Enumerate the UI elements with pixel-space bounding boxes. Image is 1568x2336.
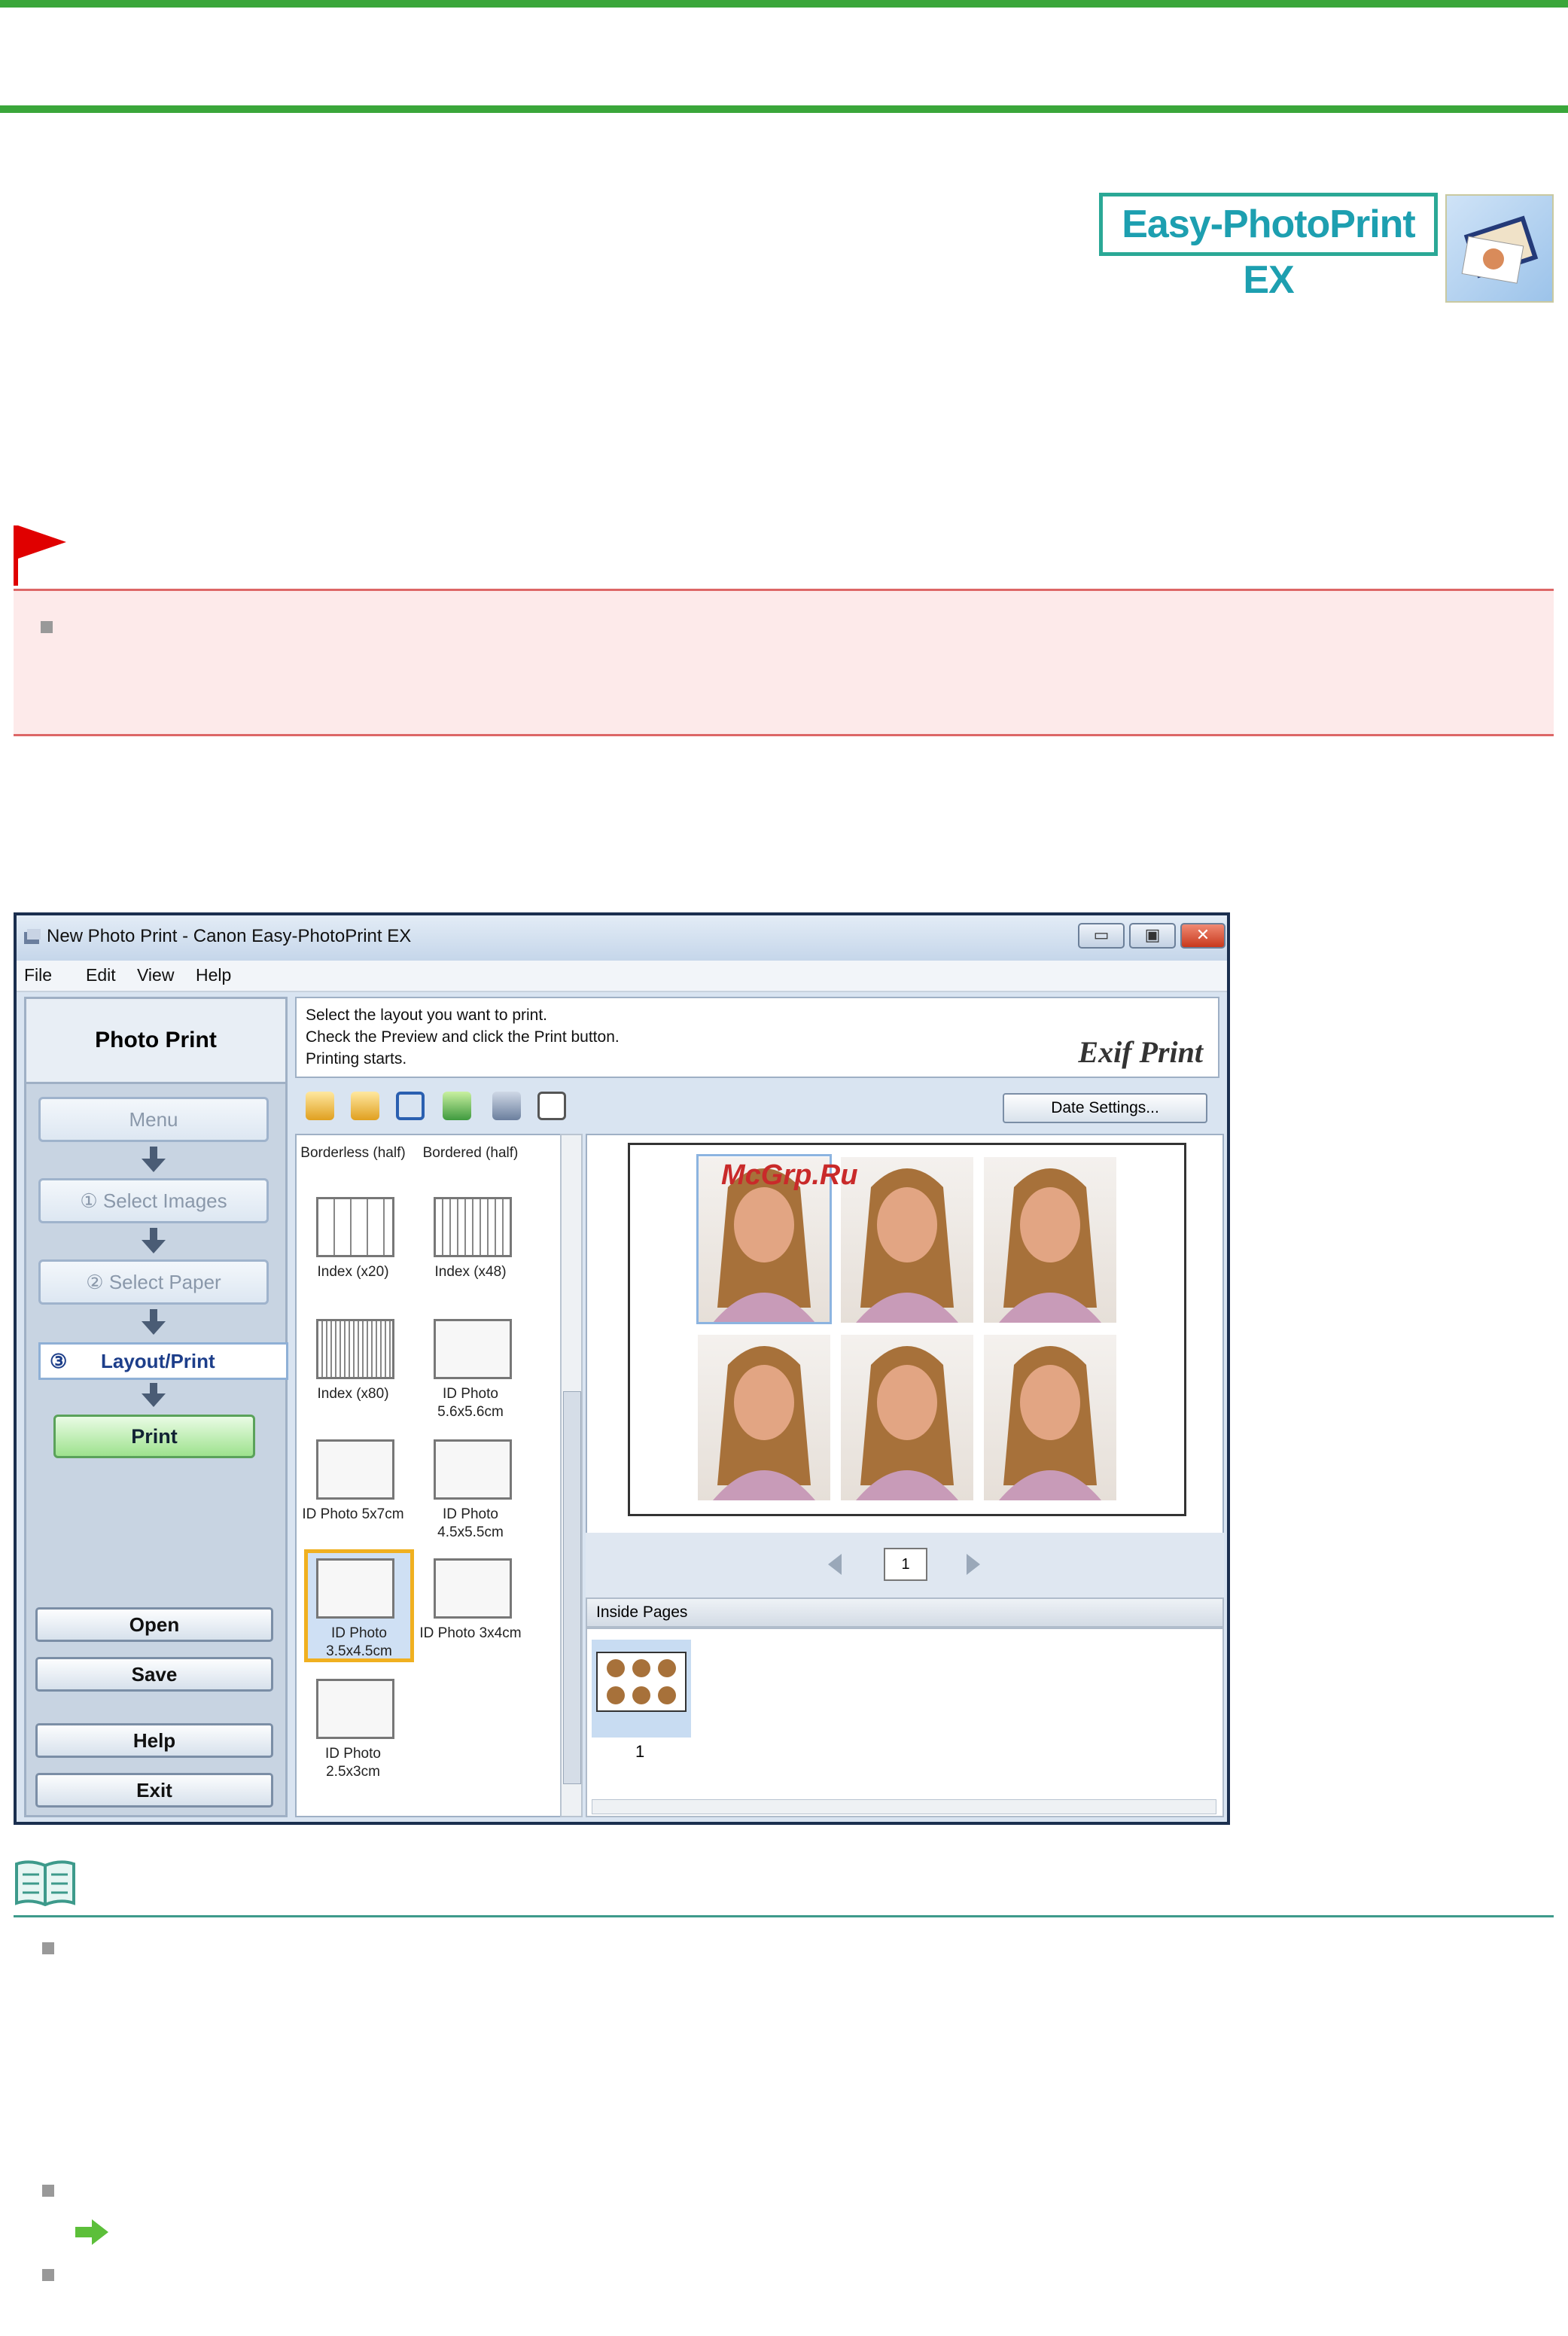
layout-caption[interactable]: Bordered (half) [414,1144,527,1162]
crop-icon[interactable] [396,1092,425,1120]
bullet-icon [42,2185,54,2197]
instruction-line: Select the layout you want to print. [306,1007,548,1024]
layout-thumbnail[interactable] [316,1558,394,1619]
note-divider [14,1915,1554,1917]
arrow-stem [150,1228,157,1240]
layout-caption[interactable]: ID Photo 2.5x3cm [297,1745,410,1781]
top-green-bar [0,0,1568,8]
instruction-line: Printing starts. [306,1050,407,1067]
header-green-bar [0,105,1568,113]
layout-caption[interactable]: Borderless (half) [297,1144,410,1162]
id-photo[interactable] [984,1335,1116,1500]
step-number: ③ [50,1350,68,1372]
window-title: New Photo Print - Canon Easy-PhotoPrint … [47,926,412,946]
layout-caption[interactable]: ID Photo 3x4cm [414,1625,527,1643]
print-settings-icon[interactable] [492,1092,521,1120]
layout-caption[interactable]: ID Photo 5.6x5.6cm [414,1385,527,1421]
easy-photoprint-icon [1445,194,1554,303]
help-button[interactable]: Help [35,1723,273,1758]
arrow-stem [150,1309,157,1321]
layout-thumbnail[interactable] [434,1197,512,1257]
layout-thumbnail[interactable] [316,1439,394,1500]
page-navigator: 1 [586,1533,1224,1597]
rotate-left-icon[interactable] [306,1092,334,1120]
inside-pages-list: 1 [586,1628,1224,1817]
layout-caption[interactable]: Index (x20) [297,1263,410,1281]
preview-page [628,1143,1186,1516]
down-arrow-icon [142,1321,166,1335]
page-number: 1 [884,1548,927,1581]
id-photo[interactable] [984,1157,1116,1323]
title-bar: New Photo Print - Canon Easy-PhotoPrint … [17,915,1227,961]
save-button[interactable]: Save [35,1657,273,1692]
app-icon [24,929,41,944]
bullet-icon [42,2269,54,2281]
layout-settings-icon[interactable] [537,1092,566,1120]
id-photo[interactable] [841,1157,973,1323]
layout-thumbnail[interactable] [316,1197,394,1257]
important-box [14,589,1554,736]
close-button[interactable]: ✕ [1180,923,1225,949]
instruction-text: Select the layout you want to print. Che… [306,1004,620,1070]
layout-print-step[interactable]: ③ Layout/Print [38,1342,288,1380]
thumbnail-number: 1 [635,1742,645,1761]
correct-image-icon[interactable] [443,1092,471,1120]
left-pane: Photo Print Menu ① Select Images ② Selec… [24,997,288,1817]
layout-thumbnail[interactable] [434,1319,512,1379]
panel-heading: Photo Print [26,999,285,1084]
inside-pages-header: Inside Pages [586,1597,1224,1628]
scroll-thumb[interactable] [563,1391,581,1784]
easy-photoprint-logo: Easy-PhotoPrint EX [1099,193,1438,302]
menu-file[interactable]: File [24,965,52,985]
arrow-stem [150,1147,157,1159]
maximize-button[interactable]: ▣ [1129,923,1176,949]
app-window: New Photo Print - Canon Easy-PhotoPrint … [14,912,1230,1825]
exif-print-logo: Exif Print [1078,1035,1203,1069]
instruction-box: Select the layout you want to print. Che… [295,997,1219,1078]
id-photo[interactable] [698,1335,830,1500]
select-paper-button[interactable]: ② Select Paper [38,1259,269,1305]
menu-view[interactable]: View [137,965,174,985]
down-arrow-icon [142,1159,166,1172]
menu-bar: File Edit View Help [17,961,1227,992]
step-label: Layout/Print [101,1350,215,1372]
layout-thumbnail[interactable] [434,1558,512,1619]
down-arrow-icon [142,1240,166,1253]
menu-help[interactable]: Help [196,965,231,985]
menu-edit[interactable]: Edit [86,965,116,985]
next-page-icon[interactable] [967,1554,980,1575]
id-photo[interactable] [841,1335,973,1500]
open-button[interactable]: Open [35,1607,273,1642]
page-thumbnail[interactable] [596,1652,687,1712]
link-arrow-icon[interactable] [75,2219,108,2249]
date-settings-button[interactable]: Date Settings... [1003,1093,1207,1123]
layout-thumbnail[interactable] [316,1679,394,1739]
important-flag-icon [14,525,68,589]
previous-page-icon[interactable] [828,1554,842,1575]
layout-scrollbar[interactable] [560,1134,583,1817]
exit-button[interactable]: Exit [35,1773,273,1808]
layout-caption[interactable]: ID Photo 5x7cm [297,1506,410,1524]
layout-thumbnail[interactable] [434,1439,512,1500]
select-images-button[interactable]: ① Select Images [38,1178,269,1223]
rotate-right-icon[interactable] [351,1092,379,1120]
toolbar: Date Settings... [295,1083,1219,1131]
menu-button[interactable]: Menu [38,1097,269,1142]
down-arrow-icon [142,1393,166,1407]
watermark: McGrp.Ru [721,1159,858,1191]
horizontal-scrollbar[interactable] [592,1799,1216,1814]
layout-caption[interactable]: Index (x80) [297,1385,410,1403]
layout-caption[interactable]: ID Photo 4.5x5.5cm [414,1506,527,1542]
layout-caption[interactable]: Index (x48) [414,1263,527,1281]
note-book-icon [14,1859,77,1911]
bullet-icon [41,621,53,633]
layout-thumbnail[interactable] [316,1319,394,1379]
bullet-icon [42,1942,54,1954]
minimize-button[interactable]: ▭ [1078,923,1125,949]
print-button[interactable]: Print [53,1415,255,1458]
instruction-line: Check the Preview and click the Print bu… [306,1028,620,1046]
layout-caption[interactable]: ID Photo 3.5x4.5cm [303,1625,416,1661]
layout-list: Borderless (half) Bordered (half) Index … [295,1134,565,1817]
